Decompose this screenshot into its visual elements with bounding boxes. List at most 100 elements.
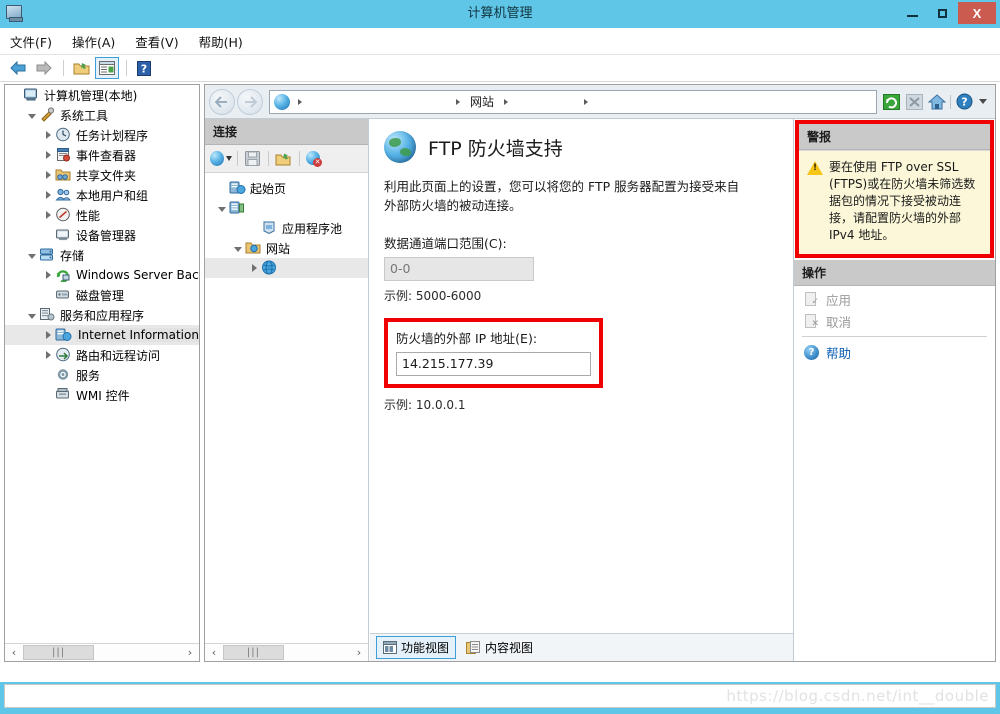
menu-view[interactable]: 查看(V)	[125, 29, 188, 54]
toolbar-separator	[63, 60, 64, 76]
tab-content-view[interactable]: 内容视图	[460, 637, 539, 658]
chevron-down-icon[interactable]	[215, 198, 229, 218]
close-button[interactable]: X	[958, 2, 996, 24]
action-help[interactable]: ? 帮助	[794, 341, 995, 363]
back-circle-icon[interactable]	[209, 88, 235, 115]
minimize-button[interactable]	[898, 2, 926, 24]
tree-shared-folders[interactable]: 共享文件夹	[5, 165, 199, 185]
conn-server[interactable]	[205, 198, 368, 218]
console-tree-hscrollbar[interactable]: ‹ ||| ›	[5, 643, 199, 661]
performance-icon	[55, 207, 73, 223]
tree-routing-remote-access[interactable]: 路由和远程访问	[5, 345, 199, 365]
tree-device-manager[interactable]: 设备管理器	[5, 225, 199, 245]
chevron-right-icon[interactable]	[41, 265, 55, 285]
question-mark-icon[interactable]: ?	[132, 57, 156, 79]
backup-icon	[55, 267, 73, 283]
chevron-right-icon[interactable]	[41, 125, 55, 145]
breadcrumb[interactable]: 网站	[269, 89, 877, 114]
refresh-icon[interactable]	[881, 92, 901, 112]
conn-application-pools[interactable]: 应用程序池	[205, 218, 368, 238]
conn-scroll-right-button[interactable]: ›	[350, 644, 368, 661]
chevron-down-icon[interactable]	[25, 305, 39, 325]
scroll-right-button[interactable]: ›	[181, 644, 199, 661]
conn-site-item[interactable]	[205, 258, 368, 278]
twisty-empty	[247, 218, 261, 238]
tree-performance[interactable]: 性能	[5, 205, 199, 225]
tree-internet-information-services[interactable]: Internet Information S	[5, 325, 199, 345]
menu-help[interactable]: 帮助(H)	[189, 29, 253, 54]
chevron-right-icon[interactable]	[41, 145, 55, 165]
conn-start-page[interactable]: 起始页	[205, 178, 368, 198]
home-icon[interactable]	[927, 92, 947, 112]
gear-icon	[55, 367, 73, 383]
chevron-right-icon[interactable]	[41, 185, 55, 205]
tree-services[interactable]: 服务	[5, 365, 199, 385]
device-manager-icon	[55, 227, 73, 243]
alert-message: 要在使用 FTP over SSL (FTPS)或在防火墙未筛选数据包的情况下接…	[799, 150, 990, 254]
menu-file[interactable]: 文件(F)	[0, 29, 62, 54]
breadcrumb-globe-icon[interactable]	[274, 93, 290, 110]
scroll-left-button[interactable]: ‹	[5, 644, 23, 661]
tree-storage[interactable]: 存储	[5, 245, 199, 265]
maximize-button[interactable]	[928, 2, 956, 24]
action-cancel[interactable]: ✕ 取消	[794, 310, 995, 332]
folder-open-icon[interactable]	[69, 57, 93, 79]
main-body: 计算机管理(本地) 系统工具任务计划程序事件查看器 共享文件夹 本地用户和组 性能 设备管…	[0, 82, 1000, 682]
start-page-icon	[229, 180, 247, 196]
chevron-right-icon[interactable]	[41, 165, 55, 185]
window-panes-icon[interactable]	[95, 57, 119, 79]
system-menu-icon[interactable]	[6, 5, 28, 23]
save-disk-icon[interactable]	[241, 148, 263, 170]
port-range-input[interactable]: 0-0	[384, 257, 534, 281]
connections-header: 连接	[205, 119, 368, 145]
connections-pane: 连接 ✕ 起始页 应用程序池 网站 ‹ ||| ›	[205, 119, 369, 661]
chevron-down-icon[interactable]	[977, 92, 989, 112]
conn-sites[interactable]: 网站	[205, 238, 368, 258]
conn-scroll-track[interactable]: |||	[223, 644, 350, 661]
tree-local-users-groups[interactable]: 本地用户和组	[5, 185, 199, 205]
scroll-track[interactable]: |||	[23, 644, 181, 661]
breadcrumb-sites[interactable]: 网站	[468, 93, 496, 110]
back-button[interactable]	[6, 57, 30, 79]
chevron-down-icon[interactable]	[231, 238, 245, 258]
tree-computer-management-local[interactable]: 计算机管理(本地)	[5, 85, 199, 105]
stop-x-icon[interactable]	[904, 92, 924, 112]
tree-disk-management[interactable]: 磁盘管理	[5, 285, 199, 305]
scroll-thumb[interactable]: |||	[23, 645, 95, 660]
external-ip-input[interactable]: 14.215.177.39	[396, 352, 591, 376]
chevron-right-icon[interactable]	[41, 345, 55, 365]
chevron-right-icon[interactable]	[41, 325, 55, 345]
connections-hscrollbar[interactable]: ‹ ||| ›	[205, 643, 368, 661]
tree-system-tools[interactable]: 系统工具	[5, 105, 199, 125]
connections-tree[interactable]: 起始页应用程序池 网站	[205, 174, 368, 643]
tree-task-scheduler-label: 任务计划程序	[76, 128, 149, 143]
computer-icon	[23, 87, 41, 103]
iis-icon	[55, 327, 73, 343]
forward-button[interactable]	[32, 57, 56, 79]
forward-circle-icon[interactable]	[237, 88, 263, 115]
tree-services-and-applications[interactable]: 服务和应用程序	[5, 305, 199, 325]
folder-open-icon[interactable]	[272, 148, 294, 170]
globe-delete-icon[interactable]: ✕	[303, 148, 325, 170]
chevron-down-icon[interactable]	[25, 105, 39, 125]
tree-wmi-control[interactable]: WMI 控件	[5, 385, 199, 405]
tree-event-viewer[interactable]: 事件查看器	[5, 145, 199, 165]
menu-action[interactable]: 操作(A)	[62, 29, 125, 54]
iis-manager-panel: 网站 ? 连接 ✕ 起始页 应用程序池 网站 ‹ ||| › FTP 防火墙支持…	[204, 84, 996, 662]
tab-features-view[interactable]: 功能视图	[376, 636, 457, 659]
globe-dropdown-icon[interactable]	[210, 148, 232, 170]
twisty-empty	[41, 385, 55, 405]
console-tree[interactable]: 计算机管理(本地) 系统工具任务计划程序事件查看器 共享文件夹 本地用户和组 性能 设备管…	[5, 85, 199, 643]
chevron-right-icon[interactable]	[247, 258, 261, 278]
tree-task-scheduler[interactable]: 任务计划程序	[5, 125, 199, 145]
help-circle-icon[interactable]: ?	[954, 92, 974, 112]
conn-scroll-left-button[interactable]: ‹	[205, 644, 223, 661]
twisty-empty	[41, 365, 55, 385]
action-apply[interactable]: ✓ 应用	[794, 288, 995, 310]
chevron-down-icon[interactable]	[25, 245, 39, 265]
chevron-right-icon[interactable]	[41, 205, 55, 225]
computer-management-window: 计算机管理 X 文件(F) 操作(A) 查看(V) 帮助(H) ? 计算机管理(…	[0, 0, 1000, 714]
tree-windows-server-backup[interactable]: Windows Server Back	[5, 265, 199, 285]
action-help-label[interactable]: 帮助	[826, 343, 851, 362]
conn-scroll-thumb[interactable]: |||	[223, 645, 284, 660]
